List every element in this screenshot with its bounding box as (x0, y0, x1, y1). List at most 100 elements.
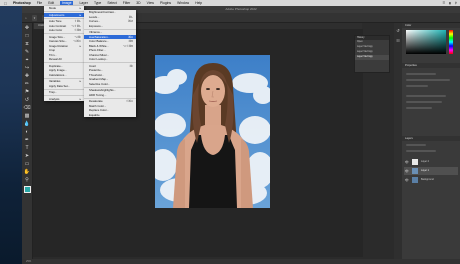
adjustments-menu-item-label: Selective Color... (89, 81, 110, 86)
image-menu-item-shortcut (77, 73, 81, 78)
blur-tool-icon[interactable]: 💧 (24, 121, 31, 128)
adjustments-menu-item-shortcut (129, 113, 133, 118)
image-menu-item-shortcut: ▸ (79, 12, 81, 17)
image-menu-item[interactable]: Trap... (44, 90, 84, 95)
home-icon[interactable]: ⌂ (25, 16, 27, 20)
marquee-tool-icon[interactable]: □ (24, 33, 31, 40)
image-menu-item-label: Reveal All (49, 57, 62, 61)
image-menu-item-label: Analysis (49, 96, 60, 101)
adjustments-menu-item-shortcut (129, 24, 133, 29)
search-icon[interactable]: ⚲ (455, 1, 457, 5)
menu-type[interactable]: Type (94, 1, 101, 5)
layer-row[interactable]: 👁 Layer 2 (404, 158, 458, 166)
adjustments-menu-item[interactable]: Exposure... (84, 24, 136, 29)
menu-plugins[interactable]: Plugins (160, 1, 171, 5)
zoom-level: 25% (26, 260, 32, 263)
image-menu-item[interactable]: Adjustments ▸ (44, 12, 84, 17)
brush-tool-icon[interactable]: ✏ (24, 81, 31, 88)
image-menu-item-label: Adjustments (49, 12, 65, 17)
eye-icon[interactable]: 👁 (405, 169, 409, 173)
eraser-tool-icon[interactable]: ⌫ (24, 105, 31, 112)
move-tool-icon[interactable]: ✥ (24, 25, 31, 32)
image-menu-item[interactable]: Mode ▸ (44, 6, 84, 11)
menu-3d[interactable]: 3D (136, 1, 140, 5)
layer-thumbnail (412, 159, 418, 165)
window-title: Adobe Photoshop 2022 (225, 7, 257, 11)
app-menu[interactable]: Photoshop (13, 1, 31, 5)
apple-icon[interactable]:  (4, 1, 7, 6)
image-menu-item[interactable]: Auto Color ⇧⌘B (44, 28, 84, 33)
blend-mode-select[interactable] (406, 150, 436, 152)
image-menu-item[interactable]: Apply Data Set... (44, 84, 84, 89)
pen-tool-icon[interactable]: ✒ (24, 137, 31, 144)
image-menu-item-shortcut: ▸ (79, 96, 81, 101)
lasso-tool-icon[interactable]: ⧖ (24, 41, 31, 48)
clone-stamp-tool-icon[interactable]: ⚑ (24, 89, 31, 96)
menu-view[interactable]: View (147, 1, 154, 5)
property-row (406, 95, 446, 97)
property-row (406, 73, 436, 75)
adjustments-menu-item-label: HDR Toning... (89, 92, 107, 97)
menu-window[interactable]: Window (177, 1, 189, 5)
zoom-tool-icon[interactable]: ⚲ (24, 177, 31, 184)
hue-slider[interactable] (449, 30, 453, 54)
menu-edit[interactable]: Edit (48, 1, 54, 5)
quick-select-tool-icon[interactable]: ✎ (24, 49, 31, 56)
tools-panel: ✥ □ ⧖ ✎ ⌖ ↪ ✚ ✏ ⚑ ↺ ⌫ ▩ 💧 ◐ ✒ T ➤ ▭ ✋ ⚲ (22, 23, 33, 259)
healing-brush-tool-icon[interactable]: ✚ (24, 73, 31, 80)
menu-layer[interactable]: Layer (79, 1, 87, 5)
adjustments-menu-item[interactable]: Selective Color... (84, 82, 136, 87)
portrait-image[interactable] (155, 55, 270, 208)
crop-tool-icon[interactable]: ⌖ (24, 57, 31, 64)
properties-panel-title[interactable]: Properties (402, 63, 460, 68)
color-picker-field[interactable] (406, 30, 446, 54)
property-row (406, 85, 428, 87)
layer-row[interactable]: 👁 Layer 1 (404, 167, 458, 175)
type-tool-icon[interactable]: T (24, 145, 31, 152)
history-panel[interactable]: History Open Layer Via Copy Layer Via Co… (354, 35, 390, 73)
layer-thumbnail (412, 177, 418, 183)
eye-icon[interactable]: 👁 (405, 178, 409, 182)
image-menu-item-label: Apply Data Set... (49, 83, 70, 88)
battery-icon[interactable]: ▮ (449, 1, 451, 5)
layer-name: Layer 1 (421, 168, 429, 172)
adjustments-menu-item-label: Exposure... (89, 23, 104, 28)
dodge-tool-icon[interactable]: ◐ (24, 129, 31, 136)
layer-filter[interactable] (406, 144, 426, 146)
tool-preset-picker[interactable]: ▾ (31, 14, 38, 21)
layer-row[interactable]: 👁 Background (404, 176, 458, 184)
image-menu-item[interactable]: Reveal All (44, 57, 84, 62)
history-brush-tool-icon[interactable]: ↺ (24, 97, 31, 104)
path-selection-tool-icon[interactable]: ➤ (24, 153, 31, 160)
menu-help[interactable]: Help (195, 1, 202, 5)
menu-file[interactable]: File (37, 1, 42, 5)
eye-icon[interactable]: 👁 (405, 160, 409, 164)
eyedropper-tool-icon[interactable]: ↪ (24, 65, 31, 72)
property-row (406, 107, 432, 109)
history-icon[interactable]: ↺ (395, 27, 402, 34)
layer-name: Background (421, 177, 434, 181)
color-panel-title[interactable]: Color (402, 23, 460, 28)
menu-filter[interactable]: Filter (123, 1, 131, 5)
panel-dock: Color Properties Layers 👁 Layer 2 👁 Laye… (402, 23, 460, 259)
image-menu-item[interactable]: Calculations... (44, 73, 84, 78)
adjustments-menu-item[interactable]: HDR Toning... (84, 93, 136, 98)
menu-select[interactable]: Select (107, 1, 116, 5)
layer-thumbnail (412, 168, 418, 174)
adjustments-menu-item-shortcut (129, 93, 133, 98)
menu-image[interactable]: Image (60, 1, 74, 5)
rectangle-tool-icon[interactable]: ▭ (24, 161, 31, 168)
gradient-tool-icon[interactable]: ▩ (24, 113, 31, 120)
wifi-icon[interactable]: ☰ (442, 1, 445, 5)
adjustments-menu-item[interactable]: Color Lookup... (84, 57, 136, 62)
foreground-color-swatch[interactable] (23, 186, 31, 193)
adjustments-menu-item-shortcut (129, 57, 133, 62)
property-row (406, 79, 450, 81)
image-menu-item-label: Auto Color (49, 28, 63, 32)
properties-icon[interactable]: ☷ (395, 37, 402, 44)
hand-tool-icon[interactable]: ✋ (24, 169, 31, 176)
layers-panel-title[interactable]: Layers (402, 136, 460, 141)
history-item[interactable]: Layer Via Copy (355, 55, 389, 60)
adjustments-menu-item[interactable]: Equalize (84, 113, 136, 118)
image-menu-item[interactable]: Analysis ▸ (44, 97, 84, 102)
